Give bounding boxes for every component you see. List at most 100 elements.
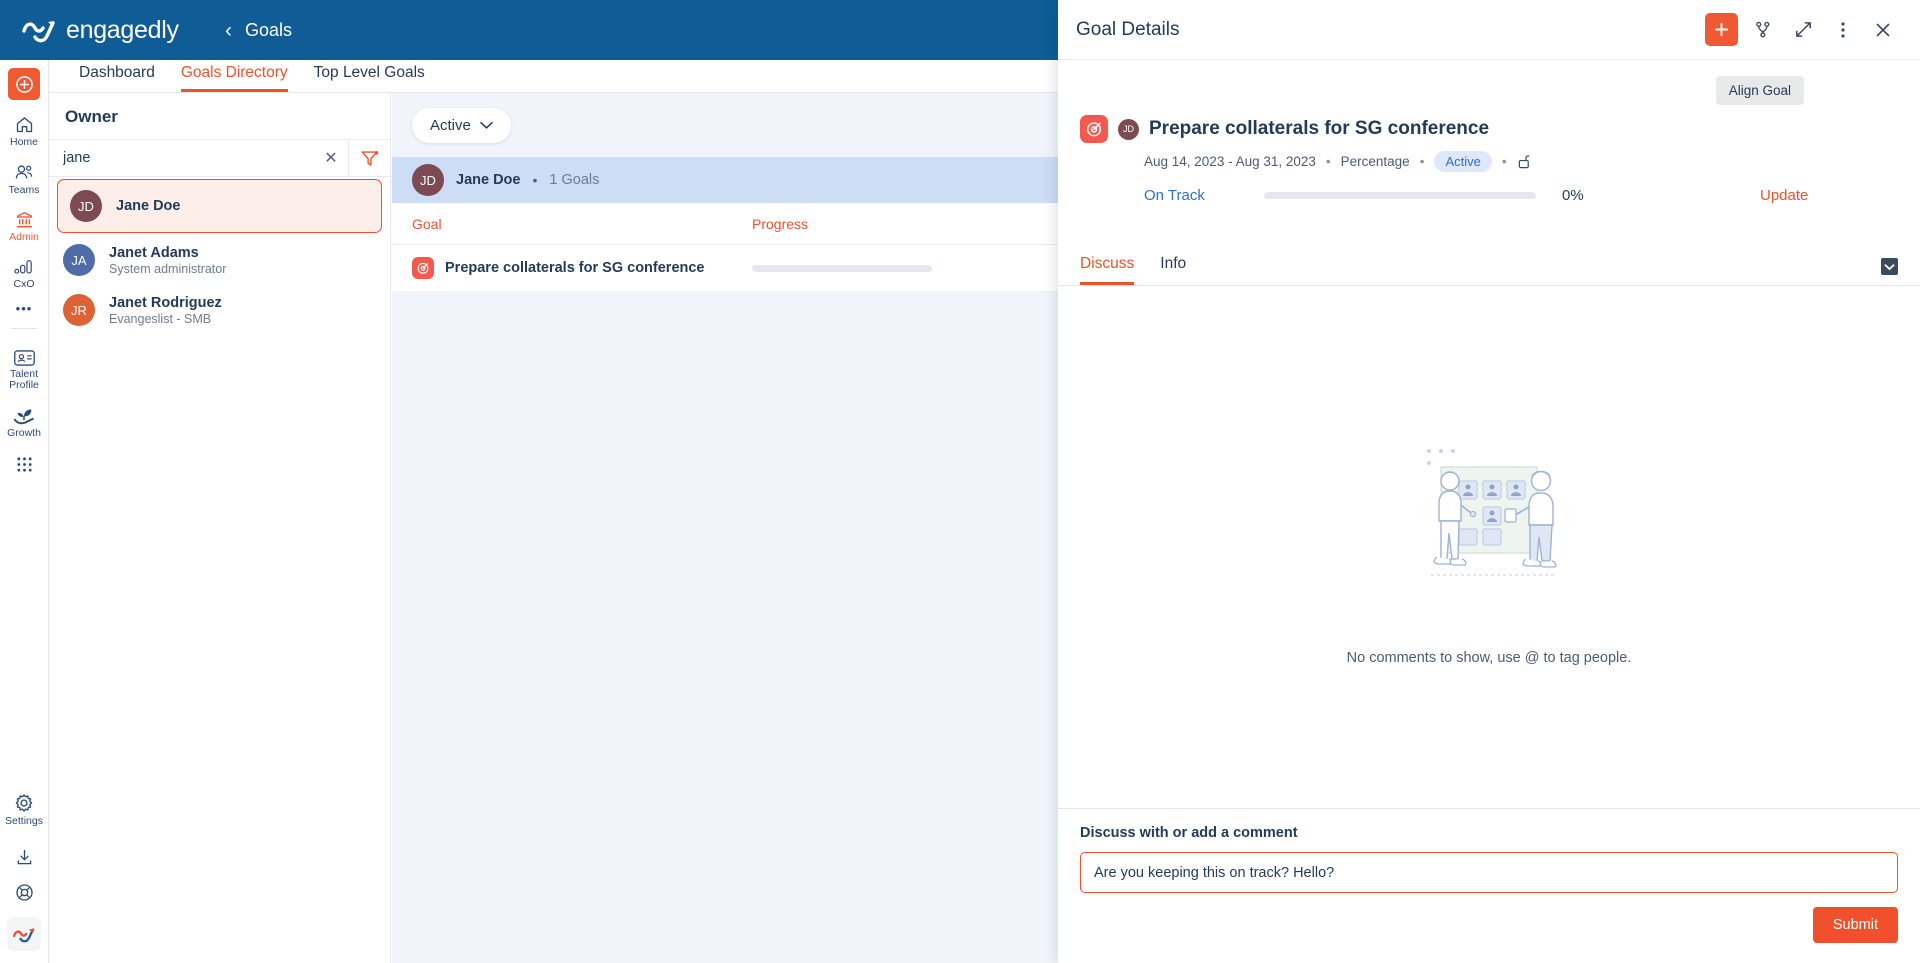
comment-label: Discuss with or add a comment [1080, 825, 1298, 841]
align-goal-row: Align Goal [1080, 76, 1898, 105]
target-goal-icon [1080, 115, 1108, 143]
download-icon [17, 849, 31, 865]
owner-name: Jane Doe [116, 198, 181, 214]
sidebar-item-talent-profile[interactable]: Talent Profile [0, 349, 49, 391]
close-button[interactable] [1868, 15, 1898, 45]
progress-bar[interactable] [1264, 192, 1536, 199]
progress-bar [752, 264, 932, 272]
tab-goals-directory[interactable]: Goals Directory [180, 64, 288, 92]
expand-button[interactable] [1788, 15, 1818, 45]
separator: • [1501, 154, 1507, 169]
owner-panel-title: Owner [65, 107, 118, 126]
avatar: JA [63, 244, 95, 276]
page-title: Goal Details [1076, 18, 1180, 40]
search-input[interactable] [49, 140, 314, 176]
sidebar-item-label: CxO [13, 278, 35, 290]
create-new-button[interactable] [8, 68, 40, 100]
add-button[interactable] [1705, 13, 1738, 46]
empty-state-message: No comments to show, use @ to tag people… [1346, 649, 1632, 666]
plus-circle-icon [15, 75, 33, 93]
sidebar-item-label: Home [9, 136, 38, 148]
status-filter-label: Active [430, 116, 471, 134]
tab-top-level-goals[interactable]: Top Level Goals [314, 64, 425, 92]
comment-composer: Discuss with or add a comment Submit [1058, 808, 1920, 963]
git-branch-align-icon [1755, 21, 1769, 38]
owner-name: Janet Rodriguez [109, 294, 222, 311]
sidebar-item-apps[interactable] [0, 456, 49, 473]
drawer-header: Goal Details [1058, 0, 1920, 60]
sidebar-item-label: Growth [7, 427, 41, 439]
owner-list-item-janet-rodriguez[interactable]: JR Janet Rodriguez Evangeslist - SMB [49, 285, 390, 335]
chevron-down-icon[interactable] [1881, 258, 1898, 275]
people-collaboration-board-illustration [1389, 429, 1589, 634]
avatar: JD [70, 190, 102, 222]
separator: • [532, 172, 538, 188]
avatar: JD [412, 164, 444, 196]
owner-list-item-janet-adams[interactable]: JA Janet Adams System administrator [49, 235, 390, 285]
chevron-left-icon[interactable]: ‹ [225, 20, 232, 41]
bank-icon [16, 211, 32, 228]
tab-info[interactable]: Info [1160, 255, 1186, 285]
rail-divider [11, 328, 37, 329]
gear-icon [15, 794, 33, 812]
sidebar-item-cxo[interactable]: CxO [0, 257, 49, 290]
plus-icon [1714, 22, 1729, 37]
tab-discuss[interactable]: Discuss [1080, 255, 1135, 285]
growth-plant-icon [13, 409, 34, 425]
sidebar-item-download[interactable] [0, 847, 49, 868]
comment-input[interactable] [1080, 852, 1898, 893]
sidebar-item-help[interactable] [0, 882, 49, 903]
align-goal-button[interactable]: Align Goal [1715, 76, 1804, 105]
update-button[interactable]: Update [1760, 187, 1808, 204]
sidebar-item-growth[interactable]: Growth [0, 405, 49, 439]
unlock-icon[interactable] [1517, 153, 1532, 170]
discuss-empty-state: No comments to show, use @ to tag people… [1058, 286, 1920, 808]
breadcrumb-label: Goals [245, 19, 293, 40]
sidebar-item-label: Talent Profile [9, 368, 39, 391]
goal-progress-row: On Track 0% Update [1144, 187, 1898, 204]
progress-status-label[interactable]: On Track [1144, 187, 1264, 204]
owner-subtitle: System administrator [109, 261, 227, 276]
tab-dashboard[interactable]: Dashboard [79, 64, 155, 92]
owner-search-row: ✕ [49, 139, 390, 177]
lifebuoy-help-icon [15, 884, 33, 901]
more-button[interactable] [1828, 15, 1858, 45]
sidebar-item-teams[interactable]: Teams [0, 162, 49, 196]
avatar: JR [63, 294, 95, 326]
progress-percent: 0% [1562, 187, 1584, 204]
sidebar-item-label: Teams [8, 184, 40, 196]
bar-chart-icon [14, 260, 32, 274]
separator: • [1325, 154, 1331, 169]
drawer-actions [1705, 13, 1898, 46]
left-nav-rail: Home Teams Admin CxO ••• Talent Profile … [0, 60, 49, 963]
engagedly-swoosh-icon [12, 927, 35, 942]
goal-summary: Align Goal JD Prepare collaterals for SG… [1058, 60, 1920, 204]
separator: • [1419, 154, 1425, 169]
sidebar-item-admin[interactable]: Admin [0, 210, 49, 243]
close-icon[interactable]: ✕ [314, 148, 348, 168]
sidebar-item-more[interactable]: ••• [0, 302, 49, 315]
goal-date-range: Aug 14, 2023 - Aug 31, 2023 [1144, 154, 1316, 169]
status-filter-dropdown[interactable]: Active [412, 107, 511, 143]
close-icon [1876, 23, 1890, 36]
brand-logo[interactable]: engagedly [22, 16, 202, 45]
id-card-icon [13, 350, 35, 366]
submit-button[interactable]: Submit [1812, 907, 1898, 943]
sidebar-item-home[interactable]: Home [0, 114, 49, 148]
goal-metric-type: Percentage [1340, 154, 1410, 169]
align-button[interactable] [1748, 15, 1778, 45]
chevron-down-icon [480, 121, 493, 129]
filter-button[interactable] [348, 139, 390, 177]
expand-diagonal-icon [1795, 22, 1811, 37]
group-goal-count: 1 Goals [549, 172, 600, 188]
kebab-menu-icon [1841, 21, 1845, 38]
owner-name: Janet Adams [109, 244, 199, 261]
owner-list-item-jane-doe[interactable]: JD Jane Doe [57, 179, 382, 233]
brand-name: engagedly [66, 15, 179, 44]
goal-name: Prepare collaterals for SG conference [445, 260, 705, 276]
sidebar-item-engagedly[interactable] [7, 917, 41, 951]
breadcrumb[interactable]: ‹ Goals [225, 20, 292, 41]
sidebar-item-settings[interactable]: Settings [0, 792, 49, 827]
goal-title-row: JD Prepare collaterals for SG conference [1080, 115, 1898, 143]
goal-title: Prepare collaterals for SG conference [1149, 118, 1490, 139]
